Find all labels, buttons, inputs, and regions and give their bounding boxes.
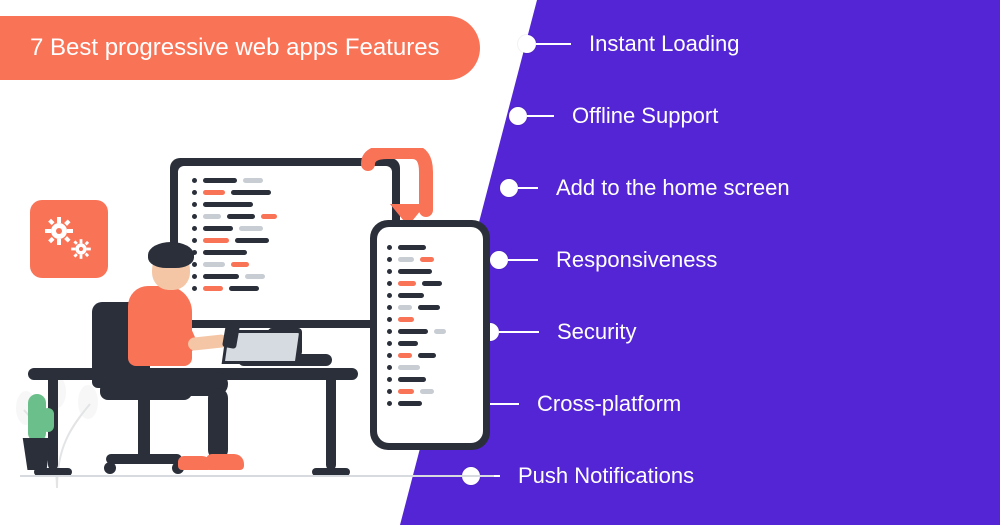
chair-pole xyxy=(138,398,150,456)
person-shoe xyxy=(206,454,244,470)
person-hair xyxy=(148,242,194,268)
person-shin xyxy=(208,388,228,460)
feature-item: Add to the home screen xyxy=(500,152,790,224)
chair-base xyxy=(106,454,182,464)
bullet-icon xyxy=(518,35,536,53)
feature-item: Security xyxy=(481,296,790,368)
connector-line xyxy=(536,43,571,45)
floor-line xyxy=(20,475,494,477)
phone-screen xyxy=(377,227,483,443)
developer-illustration xyxy=(20,130,500,510)
desk-leg xyxy=(326,378,336,470)
feature-label: Security xyxy=(557,319,636,345)
feature-list: Instant Loading Offline Support Add to t… xyxy=(490,8,790,512)
feature-item: Responsiveness xyxy=(490,224,790,296)
chair-wheel xyxy=(104,462,116,474)
feature-label: Add to the home screen xyxy=(556,175,790,201)
bullet-icon xyxy=(509,107,527,125)
feature-item: Cross-platform xyxy=(471,368,790,440)
person-shoe xyxy=(178,456,212,470)
page-title: 7 Best progressive web apps Features xyxy=(30,34,440,61)
gears-panel-icon xyxy=(30,200,108,278)
feature-item: Push Notifications xyxy=(462,440,790,512)
connector-line xyxy=(527,115,554,117)
feature-item: Instant Loading xyxy=(518,8,790,80)
feature-label: Responsiveness xyxy=(556,247,717,273)
connector-line xyxy=(508,259,538,261)
infographic-canvas: 7 Best progressive web apps Features Ins… xyxy=(0,0,1000,525)
phone-icon xyxy=(370,220,490,450)
feature-item: Offline Support xyxy=(509,80,790,152)
cactus-icon xyxy=(42,408,54,432)
bullet-icon xyxy=(500,179,518,197)
feature-label: Instant Loading xyxy=(589,31,739,57)
feature-label: Push Notifications xyxy=(518,463,694,489)
connector-line xyxy=(518,187,538,189)
connector-line xyxy=(499,331,539,333)
feature-label: Offline Support xyxy=(572,103,718,129)
title-pill: 7 Best progressive web apps Features xyxy=(0,16,480,80)
feature-label: Cross-platform xyxy=(537,391,681,417)
